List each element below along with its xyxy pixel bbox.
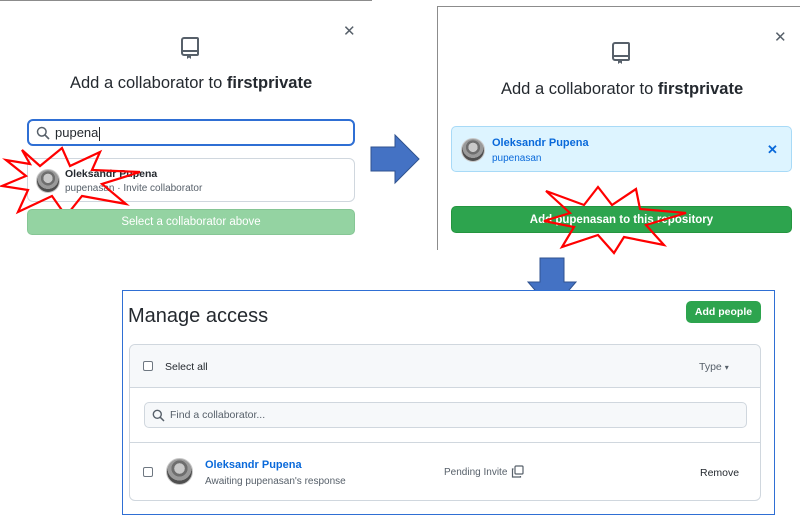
remove-icon[interactable]: ✕ bbox=[767, 143, 778, 156]
avatar bbox=[166, 458, 193, 485]
page-title: Manage access bbox=[128, 305, 269, 327]
box-header: Select all Type ▾ bbox=[130, 345, 760, 388]
collaborator-row: Oleksandr Pupena Awaiting pupenasan's re… bbox=[130, 443, 760, 501]
select-all-label: Select all bbox=[165, 361, 208, 373]
close-icon[interactable]: ✕ bbox=[343, 24, 356, 39]
add-people-button[interactable]: Add people bbox=[686, 301, 761, 323]
collaborators-box: Select all Type ▾ Find a collaborator...… bbox=[129, 344, 761, 501]
selected-collaborator: Oleksandr Pupena pupenasan ✕ bbox=[451, 126, 792, 172]
type-filter[interactable]: Type ▾ bbox=[699, 361, 729, 373]
annotation-burst bbox=[540, 185, 690, 255]
flow-arrow-right bbox=[369, 133, 421, 185]
annotation-burst bbox=[0, 146, 150, 218]
search-value: pupena bbox=[55, 125, 99, 140]
find-placeholder: Find a collaborator... bbox=[170, 409, 266, 421]
search-icon bbox=[152, 409, 165, 427]
repo-icon bbox=[611, 41, 633, 65]
select-collaborator-button: Select a collaborator above bbox=[27, 209, 355, 235]
pending-invite: Pending Invite bbox=[444, 467, 508, 478]
row-checkbox[interactable] bbox=[143, 467, 153, 477]
dialog-title: Add a collaborator to firstprivate bbox=[70, 74, 313, 92]
collaborator-status: Awaiting pupenasan's response bbox=[205, 476, 346, 487]
caret-down-icon: ▾ bbox=[724, 363, 729, 372]
repo-icon bbox=[180, 36, 202, 60]
close-icon[interactable]: ✕ bbox=[774, 30, 787, 45]
avatar bbox=[461, 138, 485, 162]
find-collaborator-input[interactable]: Find a collaborator... bbox=[144, 402, 747, 428]
selected-user-login: pupenasan bbox=[492, 153, 542, 164]
panel1-top-border bbox=[0, 0, 372, 1]
search-input[interactable]: pupena bbox=[27, 119, 355, 146]
search-icon bbox=[36, 126, 50, 145]
remove-button[interactable]: Remove bbox=[700, 467, 739, 479]
dialog-title: Add a collaborator to firstprivate bbox=[501, 80, 744, 98]
select-all-checkbox[interactable] bbox=[143, 361, 153, 371]
collaborator-name[interactable]: Oleksandr Pupena bbox=[205, 459, 302, 471]
copy-icon[interactable] bbox=[511, 465, 524, 483]
selected-user-name[interactable]: Oleksandr Pupena bbox=[492, 137, 589, 149]
